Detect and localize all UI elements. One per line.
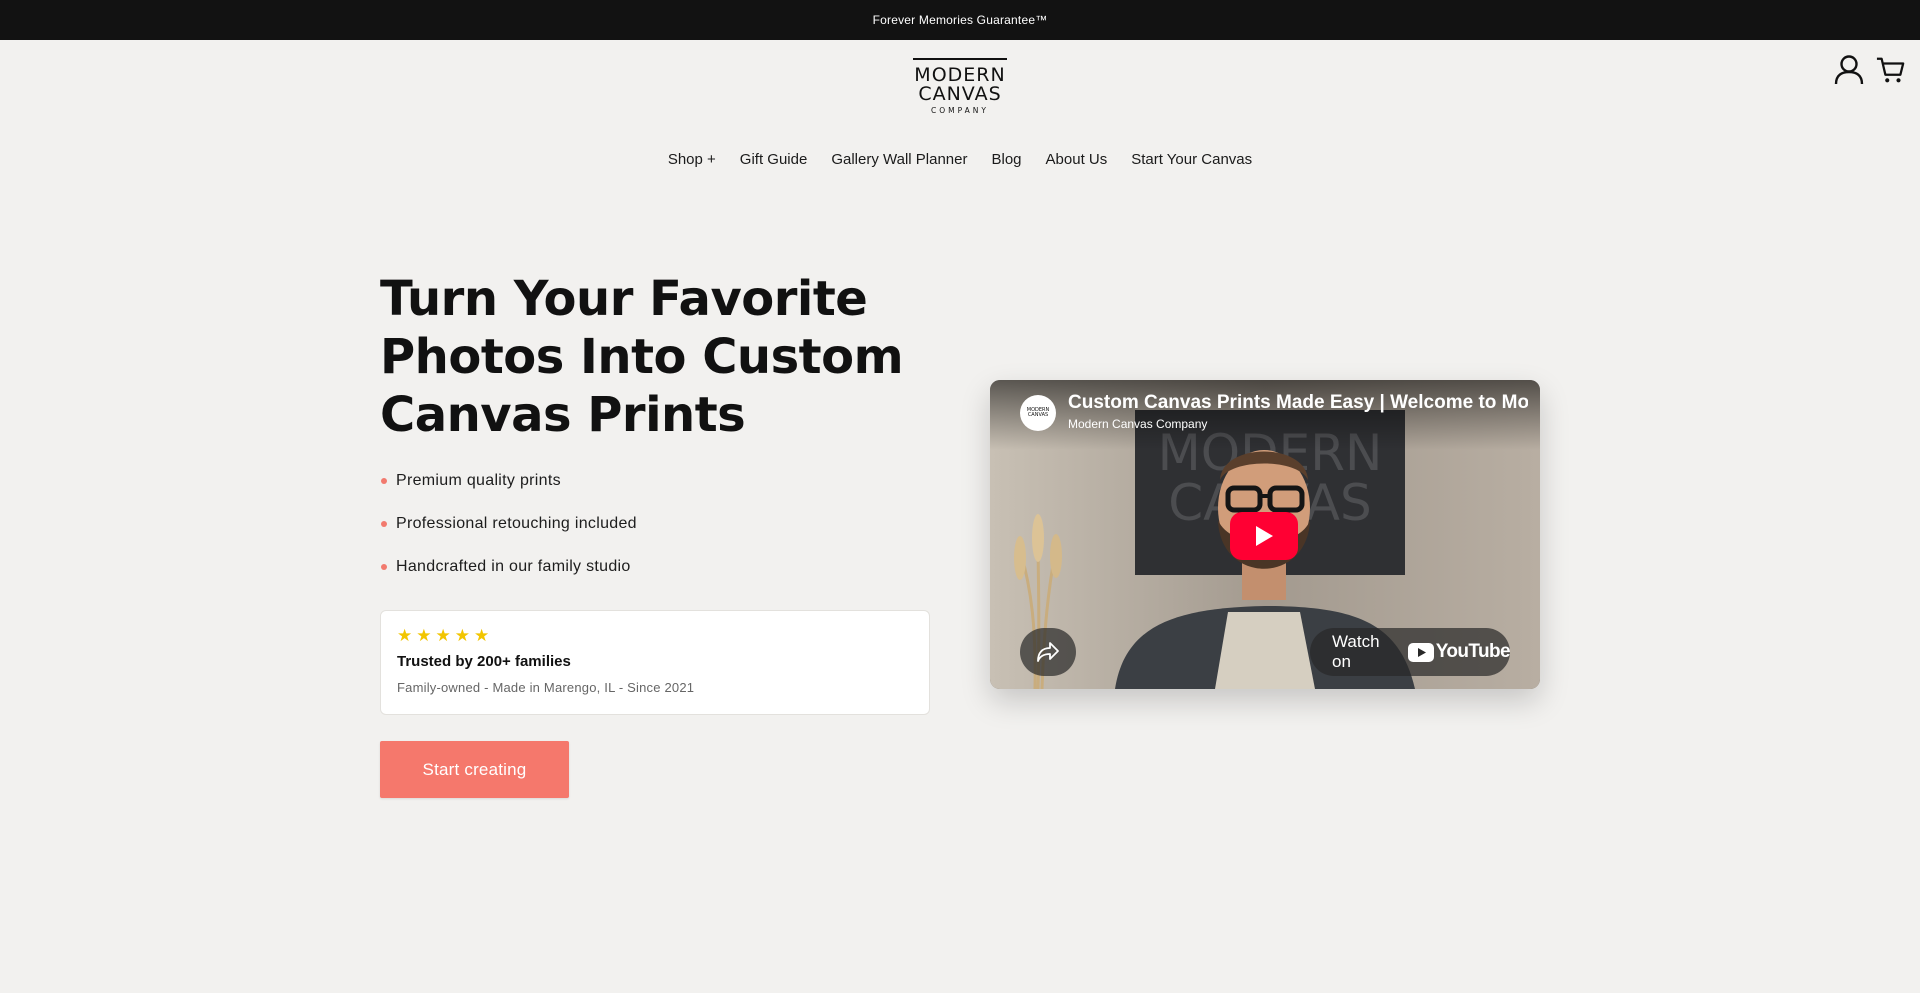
main-nav: Shop + Gift Guide Gallery Wall Planner B… bbox=[0, 151, 1920, 168]
account-icon[interactable] bbox=[1834, 54, 1864, 86]
play-icon bbox=[1256, 526, 1273, 546]
start-creating-button[interactable]: Start creating bbox=[380, 741, 569, 798]
video-title[interactable]: Custom Canvas Prints Made Easy | Welcome… bbox=[1068, 392, 1528, 414]
logo-bar bbox=[913, 58, 1007, 60]
youtube-wordmark: YouTube bbox=[1435, 641, 1511, 662]
trust-card: ★★★★★ Trusted by 200+ families Family-ow… bbox=[380, 610, 930, 715]
nav-item-gallery-wall-planner[interactable]: Gallery Wall Planner bbox=[831, 151, 967, 168]
logo-line2: CANVAS bbox=[918, 83, 1002, 105]
nav-item-gift-guide[interactable]: Gift Guide bbox=[740, 151, 808, 168]
trust-subtitle: Family-owned - Made in Marengo, IL - Sin… bbox=[397, 680, 695, 695]
watch-on-youtube-button[interactable]: Watch on YouTube bbox=[1310, 628, 1511, 676]
announcement-text: Forever Memories Guarantee™ bbox=[872, 13, 1048, 27]
bullet-dot bbox=[381, 564, 387, 570]
feature-list: Premium quality prints Professional reto… bbox=[380, 470, 637, 599]
share-icon bbox=[1037, 642, 1059, 662]
bullet-dot bbox=[381, 478, 387, 484]
video-embed[interactable]: MODERN CANVAS MODERN CANVAS Custom Canva… bbox=[990, 380, 1540, 689]
nav-item-shop[interactable]: Shop + bbox=[668, 151, 716, 168]
video-channel[interactable]: Modern Canvas Company bbox=[1068, 417, 1207, 431]
youtube-logo: YouTube bbox=[1407, 641, 1511, 663]
header-icons bbox=[1834, 54, 1906, 86]
youtube-play-icon bbox=[1407, 642, 1434, 662]
feature-text: Professional retouching included bbox=[396, 515, 637, 532]
nav-item-blog[interactable]: Blog bbox=[992, 151, 1022, 168]
nav-item-about-us[interactable]: About Us bbox=[1046, 151, 1108, 168]
feature-item: Professional retouching included bbox=[380, 513, 637, 556]
star-rating: ★★★★★ bbox=[397, 626, 494, 645]
feature-text: Handcrafted in our family studio bbox=[396, 558, 631, 575]
nav-item-start-your-canvas[interactable]: Start Your Canvas bbox=[1131, 151, 1252, 168]
feature-text: Premium quality prints bbox=[396, 472, 561, 489]
watch-on-label: Watch on bbox=[1332, 632, 1380, 671]
site-logo[interactable]: MODERN CANVAS COMPANY bbox=[913, 58, 1007, 118]
bullet-dot bbox=[381, 521, 387, 527]
channel-avatar[interactable]: MODERN CANVAS bbox=[1020, 395, 1056, 431]
video-top-gradient bbox=[990, 380, 1540, 450]
feature-item: Handcrafted in our family studio bbox=[380, 556, 637, 599]
trust-title: Trusted by 200+ families bbox=[397, 653, 571, 670]
play-button[interactable] bbox=[1230, 512, 1298, 560]
logo-line3: COMPANY bbox=[931, 106, 989, 115]
feature-item: Premium quality prints bbox=[380, 470, 637, 513]
announcement-bar: Forever Memories Guarantee™ bbox=[0, 0, 1920, 40]
share-button[interactable] bbox=[1020, 628, 1076, 676]
hero-title: Turn Your Favorite Photos Into Custom Ca… bbox=[380, 271, 904, 443]
cart-icon[interactable] bbox=[1876, 54, 1906, 86]
